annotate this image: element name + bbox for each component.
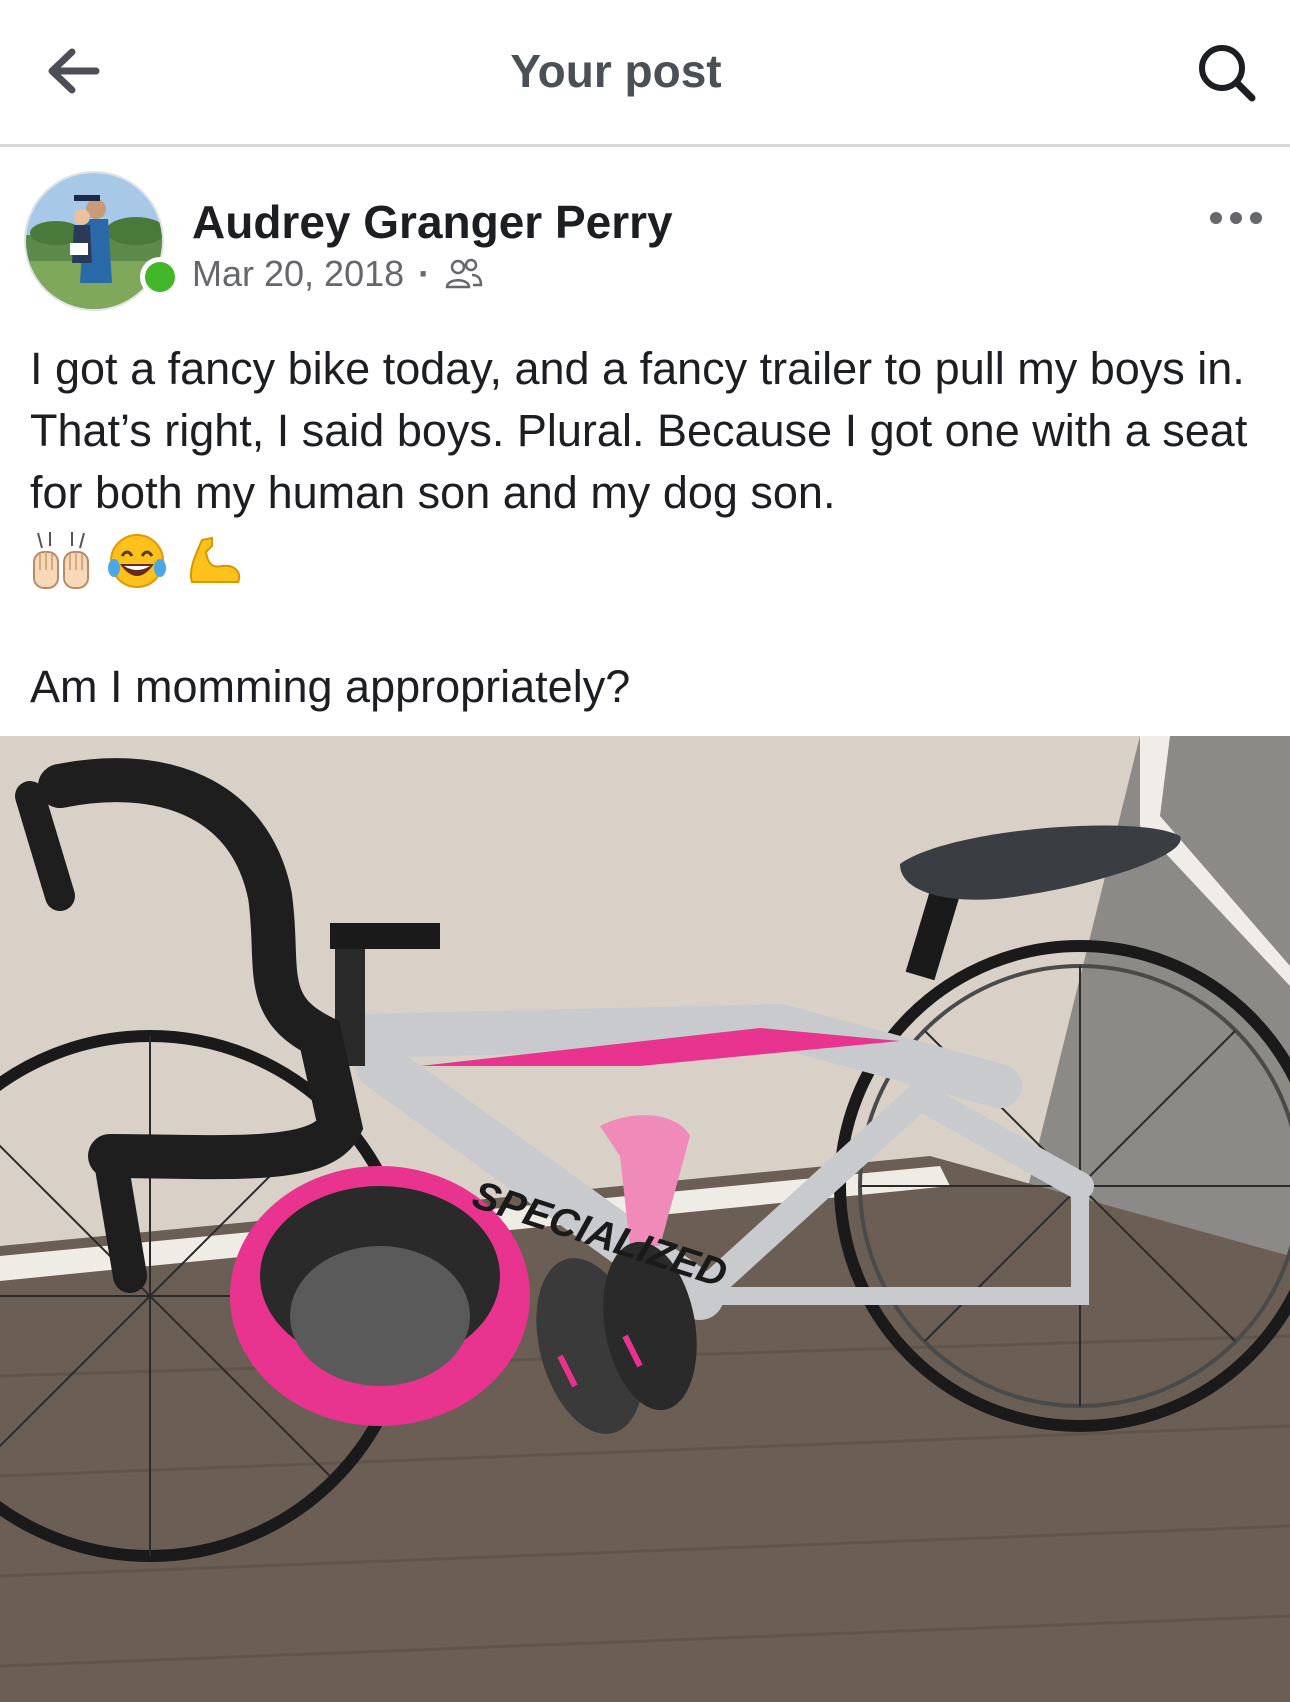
flexed-biceps-icon (190, 536, 241, 583)
meta-separator: · (418, 253, 431, 294)
friends-icon[interactable] (444, 256, 484, 292)
more-dots-icon (1210, 212, 1262, 224)
post-date[interactable]: Mar 20, 2018 (192, 253, 404, 295)
raising-hands-icon (33, 532, 89, 589)
post-text: I got a fancy bike today, and a fancy tr… (30, 343, 1260, 518)
search-button[interactable] (1190, 36, 1262, 108)
bike-photo: SPECIALIZED (0, 736, 1290, 1702)
avatar-photo (26, 173, 162, 309)
tears-of-joy-icon (108, 534, 166, 588)
online-status-indicator (140, 257, 180, 297)
avatar[interactable] (24, 171, 164, 311)
page-title: Your post (510, 45, 722, 97)
post-author-name[interactable]: Audrey Granger Perry (192, 195, 673, 249)
emoji-row (30, 530, 244, 592)
search-icon (1199, 45, 1256, 102)
more-options-button[interactable] (1206, 203, 1266, 233)
top-bar: Your post (0, 0, 1290, 147)
post-text-question: Am I momming appropriately? (30, 661, 631, 712)
post-header: Audrey Granger Perry Mar 20, 2018 · (0, 147, 1290, 317)
post-meta: Mar 20, 2018 · (192, 253, 484, 295)
post-photo[interactable]: SPECIALIZED (0, 736, 1290, 1702)
